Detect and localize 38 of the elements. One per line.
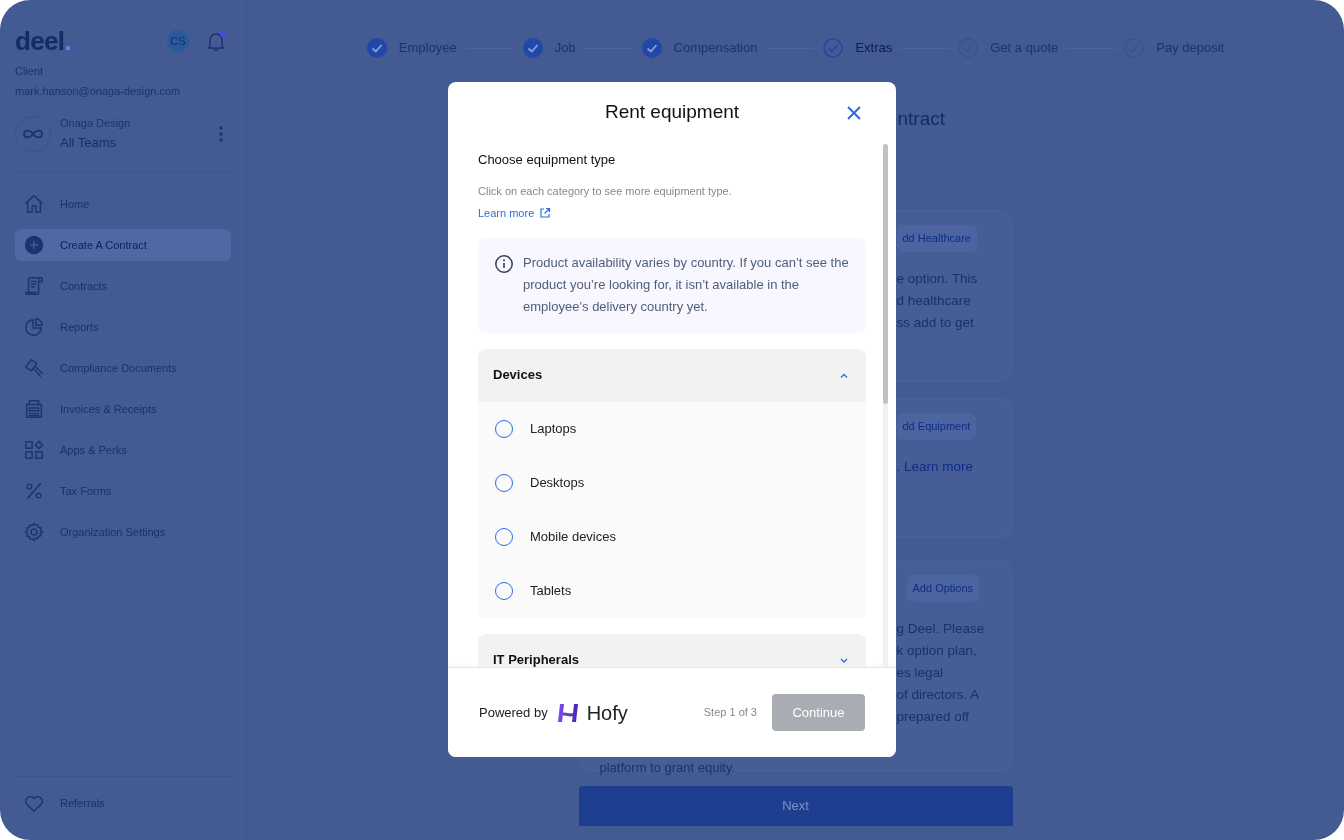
powered-by-label: Powered by: [479, 703, 548, 722]
external-link-icon: [539, 207, 552, 220]
add-button[interactable]: dd Equipment: [896, 413, 977, 440]
card-text: . Learn more: [896, 457, 975, 476]
apps-grid-icon: [23, 439, 45, 461]
category-header[interactable]: Devices: [478, 348, 866, 402]
chevron-up-icon: [840, 372, 848, 378]
gavel-icon: [23, 357, 45, 379]
scrollbar-thumb[interactable]: [883, 144, 888, 404]
radio-option[interactable]: Mobile devices: [478, 509, 866, 564]
document-icon: [23, 275, 45, 297]
radio-option[interactable]: Desktops: [478, 455, 866, 510]
step: Extras: [823, 38, 893, 58]
step-indicator: Step 1 of 3: [703, 705, 757, 721]
nav-item[interactable]: Create A Contract: [15, 229, 231, 261]
next-button[interactable]: Next: [578, 785, 1013, 826]
add-button[interactable]: Add Options: [906, 575, 980, 602]
radio-option[interactable]: Laptops: [478, 401, 866, 456]
chevron-down-icon: [840, 657, 848, 663]
description: Click on each category to see more equipment type.: [478, 183, 733, 199]
h-logo-icon: [556, 702, 579, 723]
notice-text: Product availability varies by country. If you can’t see the product you’re looking for, it isn’t available in the employee’s delivery country yet.: [523, 253, 850, 316]
dialog-title: Rent equipment: [604, 100, 740, 125]
percent-icon: [23, 480, 45, 502]
brand-name: Hofy: [586, 700, 628, 726]
category-header[interactable]: IT Peripherals: [478, 633, 866, 667]
section-heading: Choose equipment type: [478, 151, 617, 169]
learn-more-link[interactable]: Learn more: [478, 205, 552, 222]
info-icon: [494, 253, 514, 274]
close-icon[interactable]: [846, 105, 862, 121]
settings-icon: [23, 521, 45, 543]
plus-circle-icon: [23, 234, 45, 256]
radio-option[interactable]: Tablets: [478, 563, 866, 618]
infinity-icon: [22, 127, 44, 140]
home-icon: [23, 193, 45, 215]
pie-chart-icon: [23, 316, 45, 338]
add-button[interactable]: dd Healthcare: [896, 225, 977, 252]
printer-icon: [23, 398, 45, 420]
